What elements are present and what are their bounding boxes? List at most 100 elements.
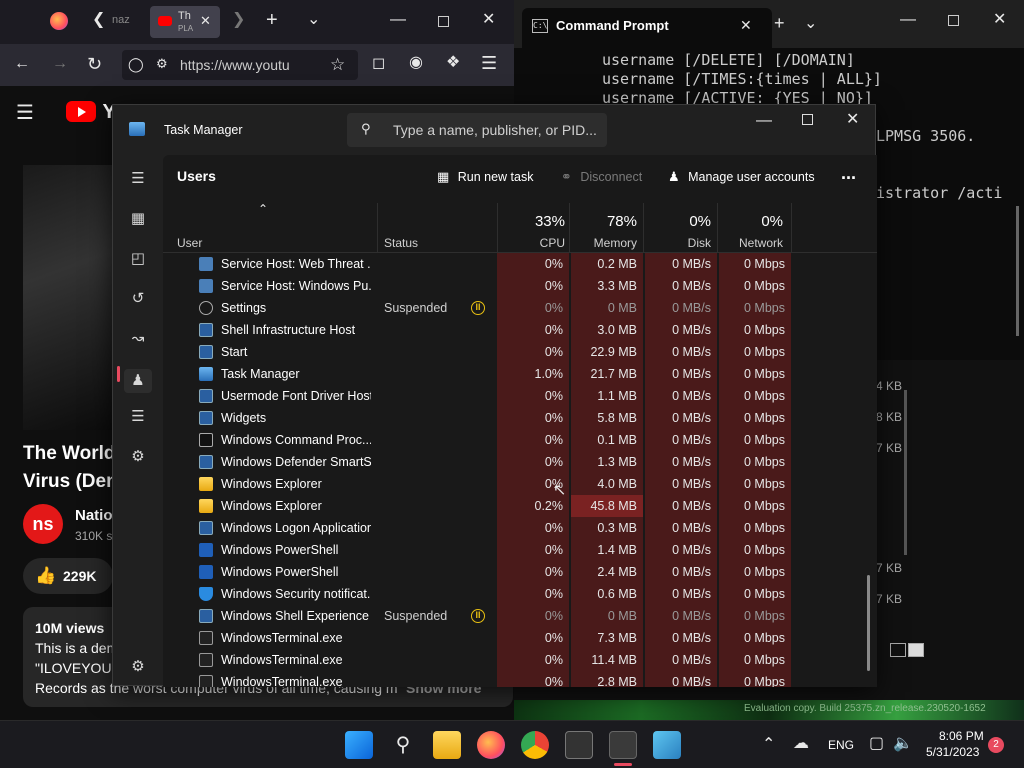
process-row[interactable]: WindowsTerminal.exe 0% 11.4 MB 0 MB/s 0 Mbps [163, 649, 877, 671]
process-row[interactable]: Task Manager 1.0% 21.7 MB 0 MB/s 0 Mbps [163, 363, 877, 385]
process-row[interactable]: WindowsTerminal.exe 0% 2.8 MB 0 MB/s 0 Mbps [163, 671, 877, 687]
browser-tab-active[interactable]: Th PLA ✕ [150, 6, 220, 38]
chevron-up-icon[interactable]: ⌃ [762, 737, 775, 753]
url-bar[interactable]: ◯ ⚙ https://www.youtu ☆ [122, 50, 358, 80]
column-cpu[interactable]: CPU [497, 236, 565, 250]
account-icon[interactable]: ◉ [409, 55, 423, 71]
manage-user-accounts-button[interactable]: ♟ Manage user accounts [668, 168, 815, 186]
like-button[interactable]: 👍 229K [23, 558, 113, 594]
vertical-scrollbar[interactable] [867, 575, 870, 671]
process-row[interactable]: Settings Suspended II 0% 0 MB 0 MB/s 0 Mbps [163, 297, 877, 319]
bookmark-star-icon[interactable]: ☆ [330, 56, 345, 73]
terminal-icon[interactable] [565, 731, 593, 759]
process-row[interactable]: Windows Logon Application 0% 0.3 MB 0 MB/s 0… [163, 517, 877, 539]
network-off-icon[interactable]: ☁ [793, 736, 809, 752]
process-row[interactable]: Service Host: Web Threat ... 0% 0.2 MB 0 MB… [163, 253, 877, 275]
process-row[interactable]: Windows PowerShell 0% 1.4 MB 0 MB/s 0 Mbps [163, 539, 877, 561]
search-icon[interactable]: ⚲ [389, 731, 417, 759]
process-row[interactable]: Windows PowerShell 0% 2.4 MB 0 MB/s 0 Mbps [163, 561, 877, 583]
volume-icon[interactable]: 🔈 [893, 736, 913, 752]
column-divider [377, 203, 378, 253]
cpu-cell: 0% [497, 297, 569, 319]
channel-avatar[interactable]: ns [23, 504, 63, 544]
control-panel-icon[interactable] [653, 731, 681, 759]
hamburger-icon[interactable]: ☰ [126, 171, 150, 186]
firefox-icon[interactable] [477, 731, 505, 759]
new-tab-icon[interactable]: + [774, 14, 785, 32]
close-window-icon[interactable]: ✕ [993, 12, 1006, 28]
services-icon[interactable]: ⚙ [126, 449, 150, 464]
new-tab-icon[interactable]: + [266, 10, 278, 30]
details-icon[interactable]: ☰ [126, 409, 150, 424]
process-row[interactable]: Windows Explorer 0% 4.0 MB 0 MB/s 0 Mbps [163, 473, 877, 495]
process-row[interactable]: Windows Command Proc... 0% 0.1 MB 0 MB/s 0 M… [163, 429, 877, 451]
close-tab-icon[interactable]: ✕ [740, 18, 752, 32]
process-row[interactable]: Service Host: Windows Pu... 0% 3.3 MB 0 MB/… [163, 275, 877, 297]
clock-time[interactable]: 8:06 PM [939, 729, 984, 743]
minimize-icon[interactable]: — [900, 12, 916, 28]
process-row[interactable]: Widgets 0% 5.8 MB 0 MB/s 0 Mbps [163, 407, 877, 429]
menu-icon[interactable]: ☰ [481, 54, 497, 72]
minimize-icon[interactable]: — [756, 113, 772, 129]
process-row[interactable]: Usermode Font Driver Host 0% 1.1 MB 0 MB/s 0… [163, 385, 877, 407]
disconnect-button[interactable]: ⚭ Disconnect [561, 168, 642, 186]
column-status[interactable]: Status [384, 236, 418, 250]
performance-icon[interactable]: ◰ [126, 251, 150, 266]
app-history-icon[interactable]: ↺ [126, 291, 150, 306]
back-icon[interactable]: ← [14, 56, 30, 72]
process-row[interactable]: Windows Shell Experience ... Suspended II 0… [163, 605, 877, 627]
chevron-left-icon[interactable]: ❮ [92, 12, 105, 28]
column-network[interactable]: Network [719, 236, 783, 250]
forward-icon[interactable]: → [52, 56, 68, 72]
start-button-icon[interactable] [345, 731, 373, 759]
users-icon[interactable]: ♟ [124, 369, 152, 393]
task-manager-icon[interactable] [609, 731, 637, 759]
column-memory[interactable]: Memory [571, 236, 637, 250]
network-cell: 0 Mbps [719, 605, 791, 627]
column-user[interactable]: User [177, 236, 202, 250]
maximize-icon[interactable] [802, 114, 813, 125]
chrome-icon[interactable] [521, 731, 549, 759]
pocket-icon[interactable]: ◻ [372, 56, 385, 72]
process-row[interactable]: Windows Explorer 0.2% 45.8 MB 0 MB/s 0 Mbps [163, 495, 877, 517]
terminal-tab[interactable]: C:\ Command Prompt ✕ [522, 8, 772, 48]
more-options-button[interactable]: ... [841, 163, 856, 184]
maximize-icon[interactable] [948, 15, 959, 26]
minimize-icon[interactable]: — [390, 12, 406, 28]
browser-tab-partial[interactable]: naz [112, 14, 130, 26]
channel-name[interactable]: Natio [75, 507, 113, 524]
process-row[interactable]: Windows Defender SmartS... 0% 1.3 MB 0 MB/s… [163, 451, 877, 473]
close-window-icon[interactable]: ✕ [482, 12, 495, 28]
terminal-scrollbar[interactable] [1016, 206, 1019, 336]
extensions-icon[interactable]: ❖ [446, 55, 460, 71]
display-icon[interactable]: ▢ [869, 736, 884, 752]
maximize-icon[interactable] [438, 16, 449, 27]
notification-badge[interactable]: 2 [988, 737, 1004, 753]
settings-icon[interactable]: ⚙ [126, 659, 150, 674]
hamburger-icon[interactable]: ☰ [16, 103, 34, 123]
chevron-down-icon[interactable]: ⌄ [804, 16, 817, 32]
column-disk[interactable]: Disk [645, 236, 711, 250]
firefox-icon[interactable] [50, 12, 68, 30]
chevron-down-icon[interactable]: ⌄ [307, 12, 320, 28]
run-new-task-button[interactable]: ▦ Run new task [437, 168, 533, 186]
scrollbar[interactable] [904, 390, 907, 555]
file-explorer-icon[interactable] [433, 731, 461, 759]
process-row[interactable]: Start 0% 22.9 MB 0 MB/s 0 Mbps [163, 341, 877, 363]
process-row[interactable]: Shell Infrastructure Host 0% 3.0 MB 0 MB/s 0… [163, 319, 877, 341]
reload-icon[interactable]: ↻ [87, 55, 102, 73]
processes-icon[interactable]: ▦ [126, 211, 150, 226]
view-toggle-icon[interactable] [890, 643, 906, 657]
sort-chevron-up-icon[interactable]: ⌃ [258, 203, 268, 215]
video-player[interactable] [23, 165, 113, 430]
chevron-right-icon[interactable]: ❯ [232, 12, 245, 28]
process-row[interactable]: WindowsTerminal.exe 0% 7.3 MB 0 MB/s 0 Mbps [163, 627, 877, 649]
process-row[interactable]: Windows Security notificat... 0% 0.6 MB 0 M… [163, 583, 877, 605]
search-input[interactable]: ⚲ Type a name, publisher, or PID... [347, 113, 607, 147]
startup-apps-icon[interactable]: ↝ [126, 331, 150, 346]
close-tab-icon[interactable]: ✕ [200, 14, 211, 27]
view-toggle-icon[interactable] [908, 643, 924, 657]
close-window-icon[interactable]: ✕ [846, 112, 859, 128]
clock-date[interactable]: 5/31/2023 [926, 745, 979, 759]
language-indicator[interactable]: ENG [828, 738, 854, 752]
